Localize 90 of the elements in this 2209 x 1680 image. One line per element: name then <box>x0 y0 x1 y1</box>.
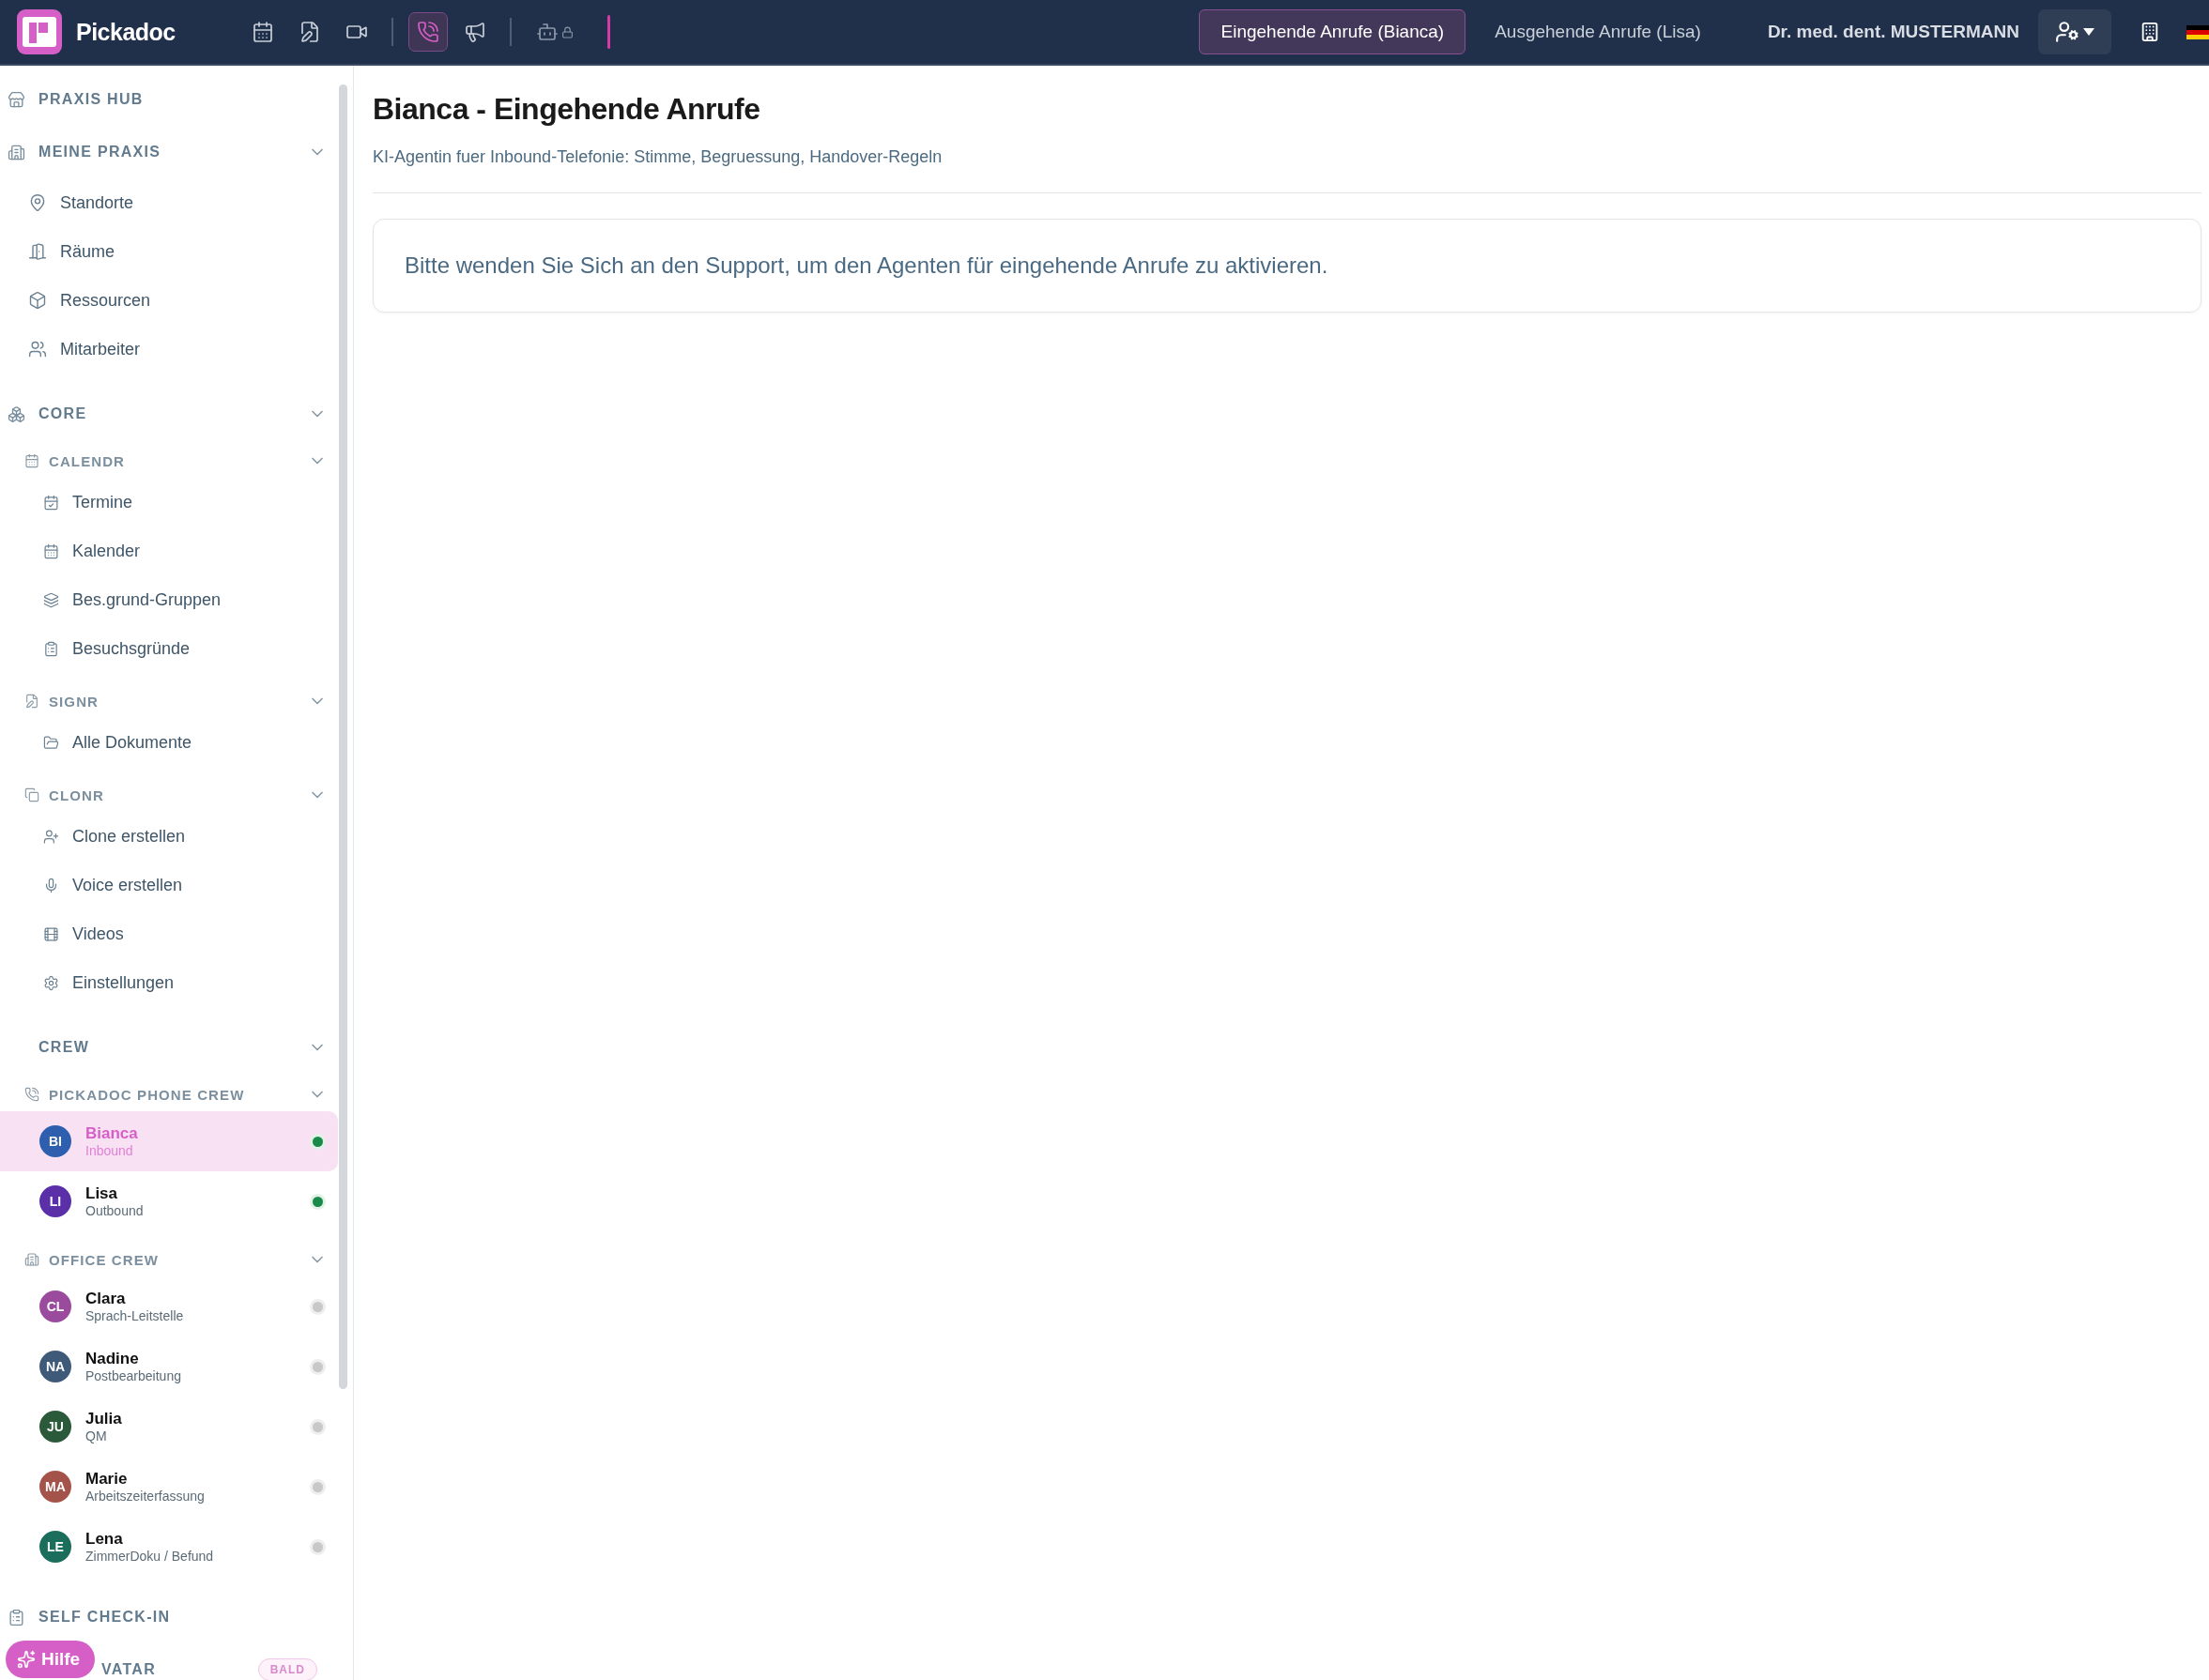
calendar-icon <box>24 453 39 468</box>
agent-role: Arbeitszeiterfassung <box>85 1488 205 1504</box>
tab[interactable]: Eingehende Anrufe (Bianca) <box>1199 9 1466 54</box>
toolbar-button[interactable] <box>407 12 448 52</box>
store-icon <box>8 90 25 109</box>
phone-icon <box>416 21 439 43</box>
page-title: Bianca - Eingehende Anrufe <box>373 92 761 127</box>
scrollbar-thumb[interactable] <box>339 84 347 1389</box>
avatar: JU <box>39 1411 71 1443</box>
megaphone-icon <box>463 21 486 43</box>
agent-role: Postbearbeitung <box>85 1367 181 1383</box>
agent-role: ZimmerDoku / Befund <box>85 1548 214 1564</box>
avatar: LE <box>39 1531 71 1563</box>
nav-link[interactable]: Bes.grund-Gruppen <box>0 575 338 624</box>
page-subtitle: KI-Agentin fuer Inbound-Telefonie: Stimme, Begruessung, Handover-Regeln <box>373 147 943 167</box>
nav-link[interactable]: Räume <box>0 227 338 276</box>
settings-icon <box>43 974 59 991</box>
agent-role: QM <box>85 1428 108 1443</box>
section-label[interactable]: VATAR <box>101 1661 157 1678</box>
avatar: BI <box>39 1125 71 1157</box>
agent-name: Lisa <box>85 1184 119 1203</box>
building-icon <box>2140 22 2160 42</box>
phone-icon <box>24 1087 39 1102</box>
section-label[interactable]: CORE <box>38 405 87 422</box>
brand-name: Pickadoc <box>76 18 176 46</box>
avatar: LI <box>39 1185 71 1217</box>
document-pen-icon <box>24 694 39 709</box>
nav-link[interactable]: Termine <box>0 478 338 527</box>
agent-role: Inbound <box>85 1142 134 1158</box>
agent-item[interactable]: BI Bianca Inbound <box>0 1111 338 1171</box>
calendar-check-icon <box>43 494 59 511</box>
agent-item[interactable]: JU Julia QM <box>0 1397 338 1457</box>
agent-name: Julia <box>85 1410 122 1428</box>
avatar: NA <box>39 1351 71 1382</box>
nav-link[interactable]: Ressourcen <box>0 276 338 325</box>
nav-link[interactable]: Besuchsgründe <box>0 624 338 673</box>
calendar-icon <box>43 542 59 559</box>
agent-name: Marie <box>85 1470 129 1489</box>
film-icon <box>43 925 59 942</box>
logo-icon[interactable] <box>17 9 62 54</box>
agent-item[interactable]: LE Lena ZimmerDoku / Befund <box>0 1517 338 1577</box>
cube-icon <box>28 291 47 310</box>
agent-name: Bianca <box>85 1124 138 1143</box>
agent-role: Sprach-Leitstelle <box>85 1307 184 1323</box>
agent-item[interactable]: CL Clara Sprach-Leitstelle <box>0 1276 338 1336</box>
calendar-icon <box>251 21 274 43</box>
nav-link[interactable]: Kalender <box>0 527 338 575</box>
nav-link[interactable]: Alle Dokumente <box>0 718 338 767</box>
agent-name: Nadine <box>85 1350 140 1368</box>
agent-name: Clara <box>85 1290 127 1308</box>
avatar: MA <box>39 1471 71 1503</box>
microphone-icon <box>43 877 59 893</box>
flag-icon[interactable] <box>2186 24 2209 39</box>
soon-badge: BALD <box>257 1658 317 1680</box>
agent-name: Lena <box>85 1530 124 1549</box>
section-label[interactable]: MEINE PRAXIS <box>38 144 161 160</box>
folder-icon <box>43 734 59 751</box>
agent-role: Outbound <box>85 1202 144 1218</box>
avatar: CL <box>39 1291 71 1322</box>
copy-icon <box>24 787 39 802</box>
add-user-icon <box>43 828 59 845</box>
caret-icon <box>2083 28 2094 36</box>
door-icon <box>28 242 47 261</box>
tab[interactable]: Ausgehende Anrufe (Lisa) <box>1473 9 1723 54</box>
notice-text: Bitte wenden Sie Sich an den Support, um den Agenten für eingehende Anrufe zu aktivieren. <box>405 252 1329 279</box>
nav-link[interactable]: Mitarbeiter <box>0 325 338 374</box>
robot-icon <box>535 21 559 43</box>
building-icon <box>24 1252 39 1267</box>
nav-link[interactable]: Einstellungen <box>0 958 338 1007</box>
section-label[interactable]: PRAXIS HUB <box>38 91 144 108</box>
agent-item[interactable]: LI Lisa Outbound <box>0 1171 338 1231</box>
agent-item[interactable]: MA Marie Arbeitszeiterfassung <box>0 1457 338 1517</box>
sparkles-icon <box>17 1650 36 1669</box>
nav-link[interactable]: Voice erstellen <box>0 861 338 909</box>
building-icon <box>8 143 25 161</box>
nav-link[interactable]: Standorte <box>0 178 338 227</box>
section-label[interactable]: CREW <box>38 1039 90 1056</box>
user-settings-icon <box>2055 20 2079 44</box>
layers-icon <box>43 591 59 608</box>
agent-item[interactable]: NA Nadine Postbearbeitung <box>0 1336 338 1397</box>
section-label[interactable]: SELF CHECK-IN <box>38 1609 171 1626</box>
nav-link[interactable]: Videos <box>0 909 338 958</box>
user-menu-button[interactable] <box>2038 9 2111 54</box>
clipboard-icon <box>43 640 59 657</box>
map-pin-icon <box>28 193 47 212</box>
clipboard-icon <box>8 1608 25 1627</box>
nav-link[interactable]: Clone erstellen <box>0 812 338 861</box>
people-icon <box>28 340 47 359</box>
user-name: Dr. med. dent. MUSTERMANN <box>1767 22 2019 42</box>
cubes-icon <box>8 405 25 423</box>
